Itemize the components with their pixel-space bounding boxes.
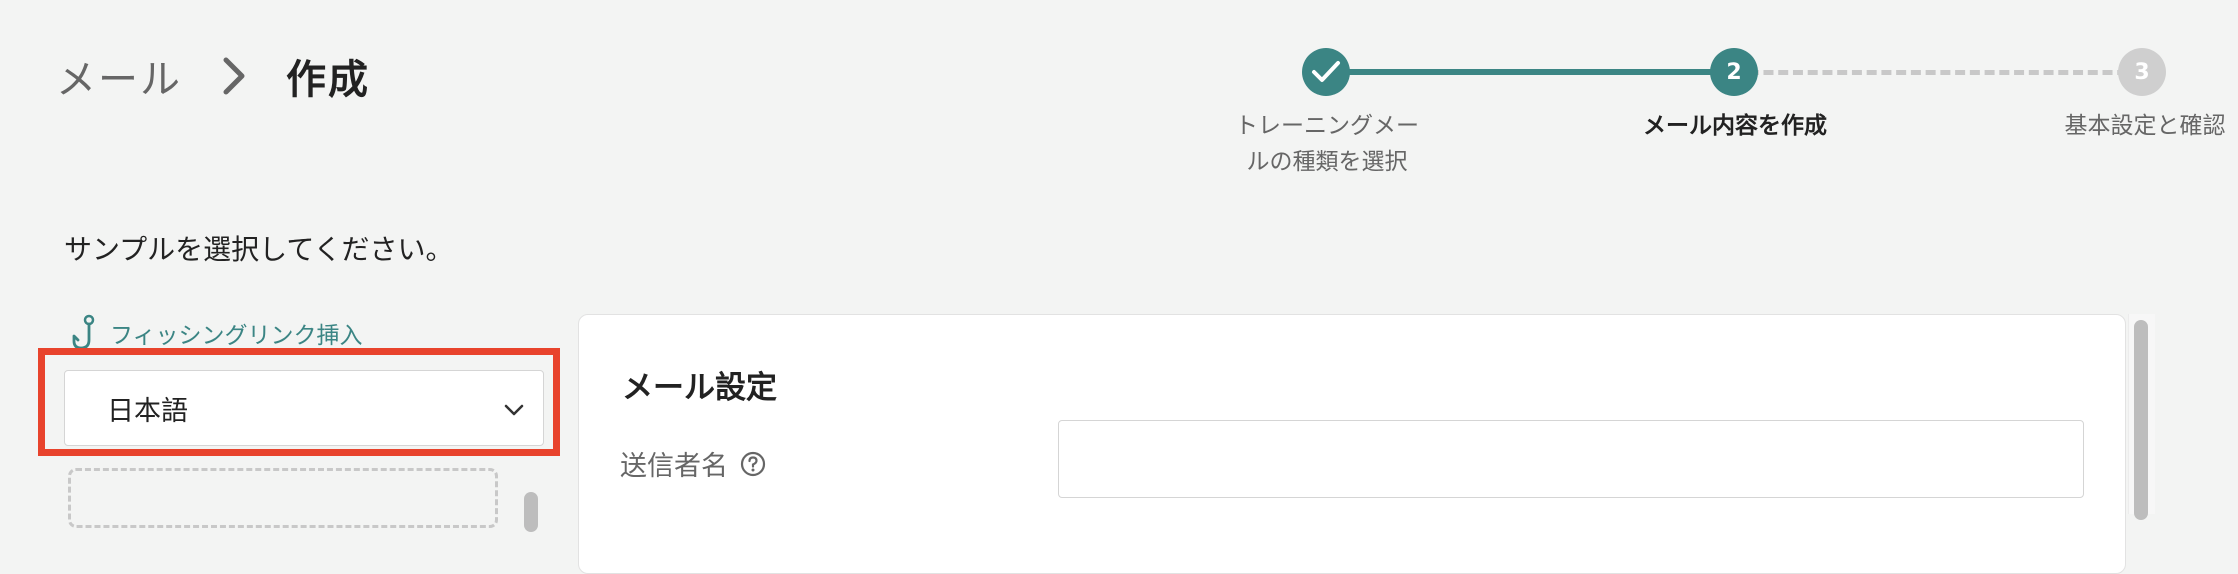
main-scrollbar-thumb[interactable] (2134, 320, 2148, 520)
step-3-number: 3 (2134, 59, 2150, 85)
page-title: 作成 (286, 57, 370, 103)
step-2-label: メール内容を作成 (1643, 113, 1827, 139)
sample-list-scrollbar[interactable] (524, 492, 538, 532)
step-1-label: トレーニングメー ルの種類を選択 (1222, 108, 1432, 180)
step-2-number: 2 (1726, 59, 1742, 85)
step-3-label: 基本設定と確認 (2064, 113, 2226, 139)
step-1-circle (1302, 48, 1350, 96)
step-1-label-line2: ルの種類を選択 (1246, 149, 1408, 175)
sender-name-label-row: 送信者名 (620, 444, 766, 483)
step-2-circle: 2 (1710, 48, 1758, 96)
language-select[interactable]: 日本語 (64, 370, 544, 446)
question-circle-icon[interactable] (740, 451, 766, 477)
breadcrumb: メール 作成 (56, 46, 370, 106)
hook-icon (70, 314, 100, 352)
instruction-text: サンプルを選択してください。 (64, 233, 454, 266)
sender-name-input[interactable] (1058, 420, 2084, 498)
language-select-value: 日本語 (107, 395, 188, 427)
chevron-down-icon (503, 393, 525, 424)
stepper-progress-line-todo (1734, 70, 2142, 75)
breadcrumb-parent-link[interactable]: メール (56, 47, 182, 105)
check-icon (1312, 61, 1340, 82)
sample-template-card[interactable] (68, 468, 498, 528)
step-3-circle: 3 (2118, 48, 2166, 96)
mail-settings-title: メール設定 (622, 370, 777, 406)
step-1-label-line1: トレーニングメー (1235, 113, 1419, 139)
stepper-progress-line-done (1326, 69, 1734, 75)
insert-phishing-link-button[interactable]: フィッシングリンク挿入 (70, 314, 363, 352)
chevron-right-icon (204, 46, 264, 106)
insert-phishing-link-label: フィッシングリンク挿入 (110, 323, 363, 349)
sender-name-label: 送信者名 (620, 451, 728, 482)
